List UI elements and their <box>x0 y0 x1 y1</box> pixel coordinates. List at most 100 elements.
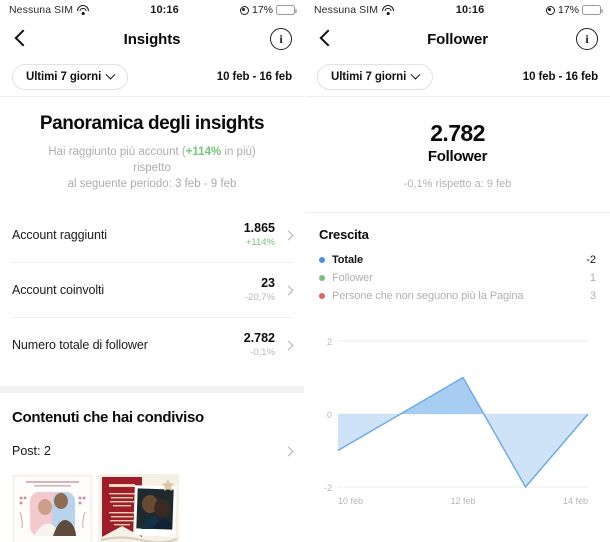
filter-row-left: Ultimi 7 giorni 10 feb - 16 feb <box>0 58 304 96</box>
legend-value: 1 <box>589 272 596 284</box>
carrier-label: Nessuna SIM <box>314 4 379 16</box>
follower-screen: Nessuna SIM 10:16 17% Follower i Ultimi … <box>305 0 610 542</box>
legend-item-totale: Totale -2 <box>319 251 596 269</box>
overview-subtext-line2: al seguente periodo: 3 feb - 9 feb <box>67 178 237 190</box>
period-selector-label: Ultimi 7 giorni <box>26 71 102 83</box>
navbar-follower: Follower i <box>305 20 610 58</box>
metric-value: 2.782 <box>243 331 275 345</box>
navbar-insights: Insights i <box>0 20 304 58</box>
period-selector-label: Ultimi 7 giorni <box>331 71 407 83</box>
metric-right-group: 2.782 -0,1% <box>244 331 294 359</box>
metric-label: Account raggiunti <box>12 228 107 242</box>
thumbnail-artwork-1 <box>12 474 93 542</box>
y-tick-0: 0 <box>327 410 332 420</box>
chevron-right-icon <box>283 446 294 456</box>
metric-values: 2.782 -0,1% <box>244 331 275 359</box>
chart-legend: Totale -2 Follower 1 Persone che non seg… <box>319 251 596 305</box>
follower-delta-label: -0,1% rispetto a: 9 feb <box>403 178 512 190</box>
post-thumbnail-fedelta[interactable] <box>98 474 179 542</box>
status-bar-carrier-group: Nessuna SIM <box>314 4 395 16</box>
follower-count-label: Follower <box>427 148 488 165</box>
post-count-row[interactable]: Post: 2 <box>12 426 294 468</box>
legend-value: 3 <box>589 290 596 302</box>
legend-dot-green-icon <box>319 275 325 281</box>
follower-summary: 2.782 Follower -0,1% rispetto a: 9 feb <box>305 97 610 190</box>
status-bar-clock: 10:16 <box>455 4 485 16</box>
date-range-label: 10 feb - 16 feb <box>522 71 598 83</box>
legend-label: Totale <box>332 254 363 266</box>
legend-item-unfollow: Persone che non seguono più la Pagina 3 <box>319 287 596 305</box>
metric-list: Account raggiunti 1.865 +114% Account co… <box>0 208 304 372</box>
metric-row-account-coinvolti[interactable]: Account coinvolti 23 -20,7% <box>12 263 294 318</box>
period-selector-button[interactable]: Ultimi 7 giorni <box>317 64 434 90</box>
carrier-label: Nessuna SIM <box>9 4 74 16</box>
x-tick-12feb: 12 feb <box>450 496 475 506</box>
shared-content-heading: Contenuti che hai condiviso <box>12 409 204 426</box>
x-tick-10feb: 10 feb <box>338 496 363 506</box>
metric-value: 23 <box>261 276 275 290</box>
shared-content-section: Contenuti che hai condiviso Post: 2 <box>0 393 304 468</box>
status-bar-battery-group: 17% <box>239 4 297 16</box>
insights-screen: Nessuna SIM 10:16 17% Insights i Ultimi … <box>0 0 305 542</box>
period-selector-button[interactable]: Ultimi 7 giorni <box>12 64 129 90</box>
metric-row-account-raggiunti[interactable]: Account raggiunti 1.865 +114% <box>12 208 294 263</box>
legend-value: -2 <box>586 254 596 266</box>
metric-values: 1.865 +114% <box>244 221 275 249</box>
metric-row-numero-totale-follower[interactable]: Numero totale di follower 2.782 -0,1% <box>12 318 294 372</box>
battery-icon <box>582 5 603 15</box>
legend-label: Persone che non seguono più la Pagina <box>332 290 524 302</box>
growth-section: Crescita Totale -2 Follower 1 Persone ch… <box>305 213 610 305</box>
page-title: Follower <box>427 30 488 48</box>
overview-subtext: Hai raggiunto più account (+114% in più)… <box>0 135 304 192</box>
overview-heading: Panoramica degli insights <box>39 113 265 134</box>
metric-values: 23 -20,7% <box>245 276 275 304</box>
filter-row-right: Ultimi 7 giorni 10 feb - 16 feb <box>305 58 610 96</box>
metric-right-group: 1.865 +114% <box>244 221 294 249</box>
metric-label: Numero totale di follower <box>12 338 148 352</box>
overview-subtext-before: Hai raggiunto più account ( <box>48 146 186 158</box>
growth-heading: Crescita <box>319 227 369 242</box>
location-arrow-icon <box>545 5 555 15</box>
dual-screenshot-container: Nessuna SIM 10:16 17% Insights i Ultimi … <box>0 0 610 542</box>
post-count-label: Post: 2 <box>12 444 51 458</box>
post-thumbnail-strip <box>0 468 304 542</box>
chevron-down-icon <box>105 69 116 80</box>
battery-percent-label: 17% <box>557 4 579 16</box>
status-bar-right: Nessuna SIM 10:16 17% <box>305 0 610 20</box>
status-bar-left: Nessuna SIM 10:16 17% <box>0 0 304 20</box>
info-circle-icon[interactable]: i <box>270 28 292 50</box>
growth-chart: 2 0 -2 10 feb 12 feb 14 feb <box>305 321 610 513</box>
metric-value: 1.865 <box>243 221 275 235</box>
wifi-icon <box>382 5 395 15</box>
page-title: Insights <box>123 30 181 48</box>
metric-label: Account coinvolti <box>12 283 105 297</box>
x-tick-14feb: 14 feb <box>563 496 588 506</box>
metric-right-group: 23 -20,7% <box>245 276 294 304</box>
thumbnail-artwork-2 <box>98 474 179 542</box>
battery-icon <box>276 5 297 15</box>
legend-item-follower: Follower 1 <box>319 269 596 287</box>
status-bar-battery-group: 17% <box>545 4 603 16</box>
metric-delta: -20,7% <box>244 292 275 303</box>
y-tick-neg2: -2 <box>324 483 332 493</box>
growth-area-chart: 2 0 -2 10 feb 12 feb 14 feb <box>324 337 589 506</box>
legend-dot-blue-icon <box>319 257 325 263</box>
chevron-left-icon[interactable] <box>317 26 339 52</box>
chevron-left-icon[interactable] <box>12 26 34 52</box>
y-tick-2: 2 <box>327 337 332 347</box>
post-thumbnail-tatuaggi-damore[interactable] <box>12 474 93 542</box>
legend-dot-red-icon <box>319 293 325 299</box>
chevron-right-icon <box>283 285 294 295</box>
status-bar-clock: 10:16 <box>150 4 179 16</box>
overview-subtext-highlight: +114% <box>185 146 222 158</box>
follower-count-value: 2.782 <box>430 120 485 146</box>
battery-percent-label: 17% <box>251 4 273 16</box>
chevron-down-icon <box>410 69 421 80</box>
info-circle-icon[interactable]: i <box>576 28 598 50</box>
wifi-icon <box>77 5 90 15</box>
chevron-right-icon <box>283 230 294 240</box>
location-arrow-icon <box>239 5 249 15</box>
date-range-label: 10 feb - 16 feb <box>216 71 292 83</box>
section-separator <box>0 386 304 393</box>
metric-delta: +114% <box>245 237 275 248</box>
